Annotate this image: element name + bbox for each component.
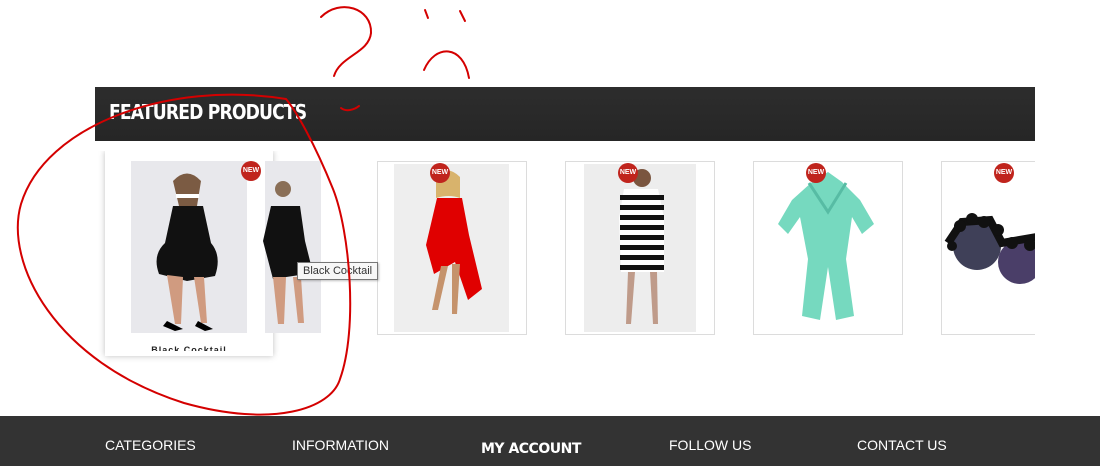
footer-link-contact-us[interactable]: CONTACT US bbox=[857, 437, 947, 453]
featured-products-bar: FEATURED PRODUCTS bbox=[95, 87, 1035, 141]
new-badge-icon: NEW bbox=[618, 163, 638, 183]
new-badge-icon: NEW bbox=[994, 163, 1014, 183]
product-image[interactable] bbox=[394, 164, 509, 332]
site-footer: CATEGORIES INFORMATION MY ACCOUNT FOLLOW… bbox=[0, 416, 1100, 466]
footer-link-follow-us[interactable]: FOLLOW US bbox=[669, 437, 751, 453]
product-card[interactable]: NEW bbox=[565, 161, 715, 335]
product-card[interactable]: NEW bbox=[377, 161, 527, 335]
product-image[interactable] bbox=[754, 164, 902, 332]
product-image[interactable] bbox=[115, 161, 337, 333]
product-card-hover[interactable]: NEW Black Cocktail bbox=[105, 151, 337, 356]
product-card[interactable]: NEW bbox=[941, 161, 1035, 335]
new-badge-icon: NEW bbox=[430, 163, 450, 183]
footer-link-my-account[interactable]: MY ACCOUNT bbox=[481, 441, 581, 457]
section-title: FEATURED PRODUCTS bbox=[109, 100, 307, 124]
product-image[interactable] bbox=[942, 164, 1035, 332]
product-card[interactable]: NEW bbox=[753, 161, 903, 335]
product-carousel[interactable]: NEW Black Cocktail NEW NEW NEW NEW bbox=[95, 151, 1035, 366]
new-badge-icon: NEW bbox=[806, 163, 826, 183]
product-name[interactable]: Black Cocktail bbox=[105, 345, 273, 351]
footer-link-information[interactable]: INFORMATION bbox=[292, 437, 389, 453]
product-image[interactable] bbox=[584, 164, 696, 332]
footer-link-categories[interactable]: CATEGORIES bbox=[105, 437, 196, 453]
new-badge-icon: NEW bbox=[241, 161, 261, 181]
product-tooltip: Black Cocktail bbox=[297, 262, 379, 280]
